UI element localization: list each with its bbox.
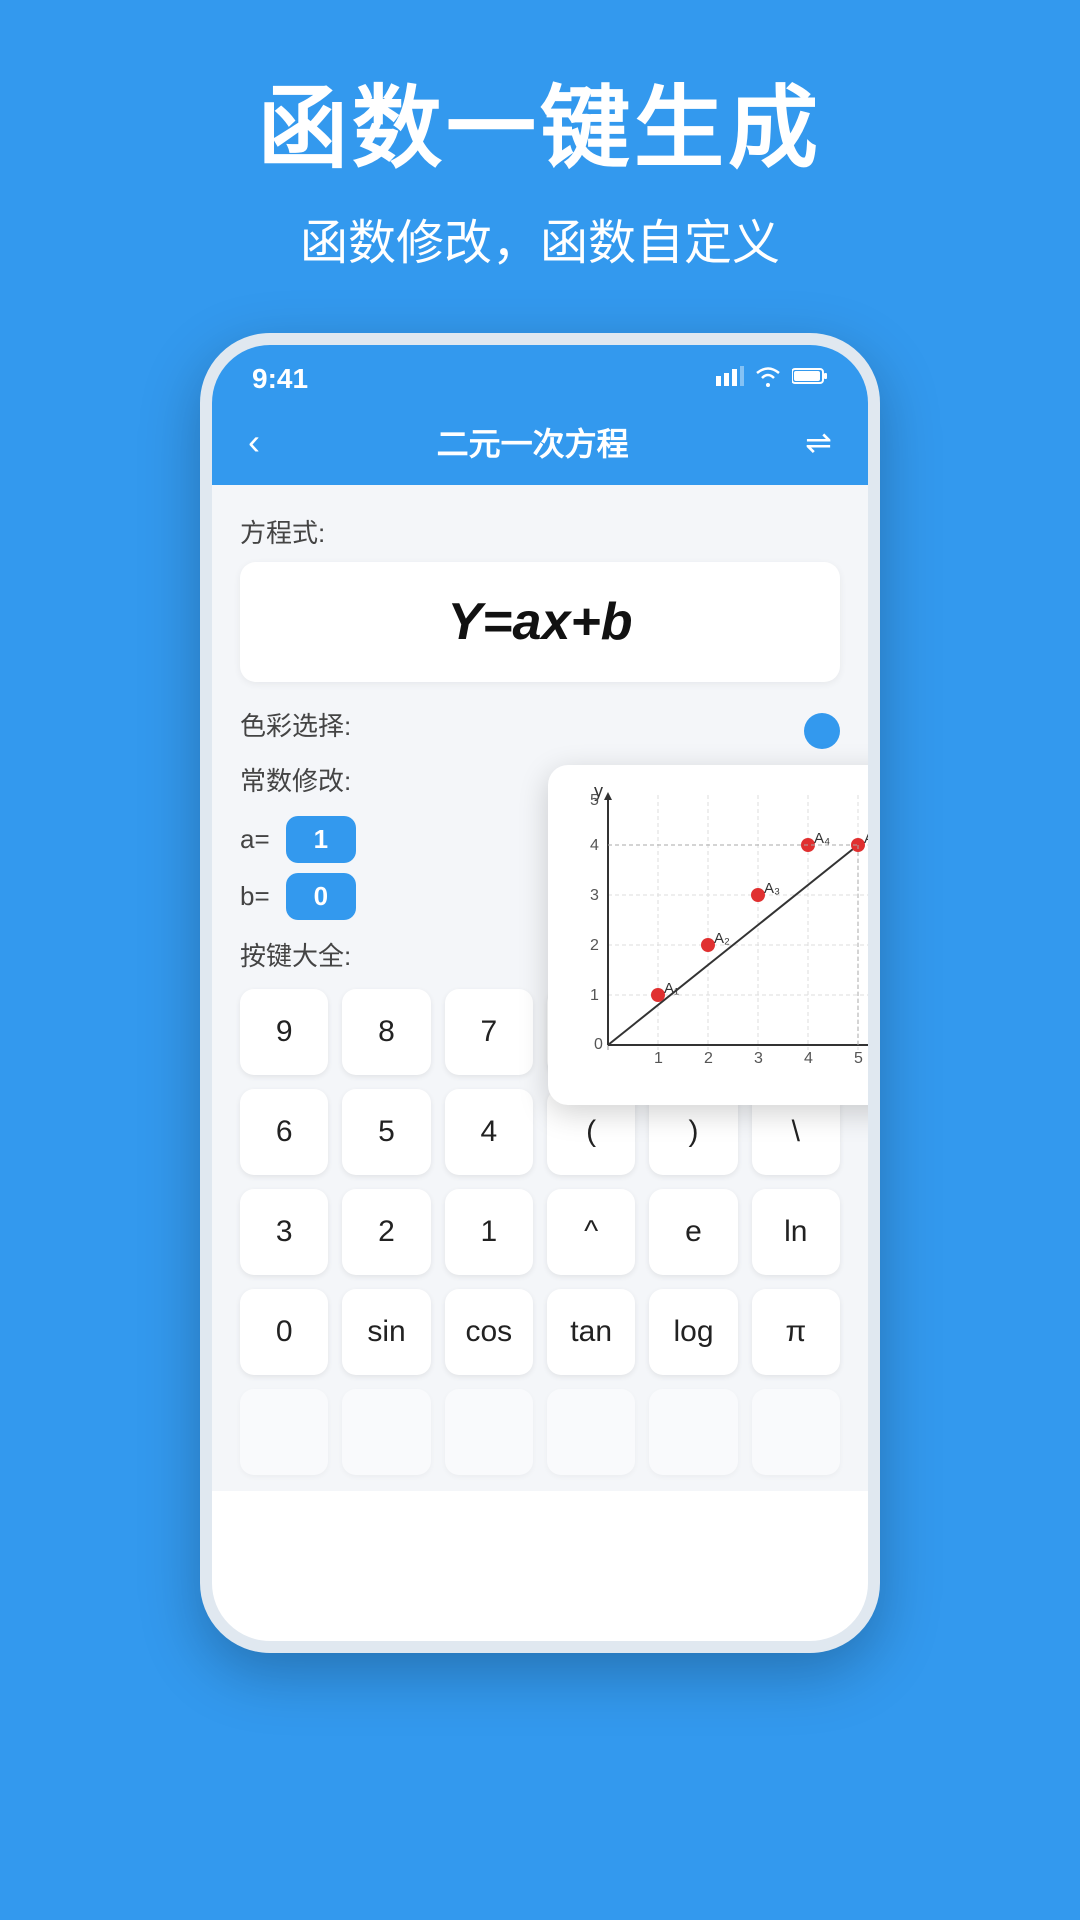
key-e[interactable]: e [649, 1189, 737, 1275]
key-extra-1[interactable] [240, 1389, 328, 1475]
graph-svg: x y 0 1 2 3 4 5 1 2 3 4 5 A₁ [568, 785, 880, 1085]
key-extra-6[interactable] [752, 1389, 840, 1475]
key-8[interactable]: 8 [342, 989, 430, 1075]
signal-icon [716, 366, 744, 392]
svg-text:5: 5 [590, 792, 599, 809]
nav-action-button[interactable]: ⇌ [805, 423, 832, 461]
b-value[interactable]: 0 [286, 873, 356, 920]
b-label: b= [240, 881, 270, 912]
key-log[interactable]: log [649, 1289, 737, 1375]
key-9[interactable]: 9 [240, 989, 328, 1075]
key-tan[interactable]: tan [547, 1289, 635, 1375]
key-extra-3[interactable] [445, 1389, 533, 1475]
svg-text:A₄: A₄ [814, 830, 830, 847]
key-extra-5[interactable] [649, 1389, 737, 1475]
color-picker[interactable] [804, 713, 840, 749]
svg-text:A₃: A₃ [764, 880, 780, 897]
svg-text:5: 5 [854, 1050, 863, 1067]
key-4[interactable]: 4 [445, 1089, 533, 1175]
key-7[interactable]: 7 [445, 989, 533, 1075]
svg-text:2: 2 [590, 937, 599, 954]
key-3[interactable]: 3 [240, 1189, 328, 1275]
color-row: 色彩选择: [240, 706, 840, 755]
key-extra-4[interactable] [547, 1389, 635, 1475]
key-2[interactable]: 2 [342, 1189, 430, 1275]
color-label: 色彩选择: [240, 706, 351, 743]
nav-title: 二元一次方程 [437, 419, 629, 465]
constant-label: 常数修改: [240, 761, 351, 798]
key-extra-2[interactable] [342, 1389, 430, 1475]
svg-text:3: 3 [590, 887, 599, 904]
key-pi[interactable]: π [752, 1289, 840, 1375]
svg-text:4: 4 [804, 1050, 813, 1067]
key-5[interactable]: 5 [342, 1089, 430, 1175]
formula-display: Y=ax+b [447, 593, 632, 651]
svg-text:A₂: A₂ [714, 930, 730, 947]
svg-text:A₅: A₅ [864, 830, 880, 847]
graph-overlay: x y 0 1 2 3 4 5 1 2 3 4 5 A₁ [548, 765, 880, 1105]
key-caret[interactable]: ^ [547, 1189, 635, 1275]
a-value[interactable]: 1 [286, 816, 356, 863]
svg-text:1: 1 [654, 1050, 663, 1067]
nav-bar: ‹ 二元一次方程 ⇌ [212, 405, 868, 485]
phone-mockup: 9:41 ‹ 二元一次方程 ⇌ 方程式: [200, 333, 880, 1653]
formula-label: 方程式: [240, 513, 840, 550]
formula-box: Y=ax+b [240, 562, 840, 682]
sub-title: 函数修改，函数自定义 [0, 203, 1080, 273]
wifi-icon [754, 365, 782, 393]
key-6[interactable]: 6 [240, 1089, 328, 1175]
battery-icon [792, 367, 828, 391]
key-1[interactable]: 1 [445, 1189, 533, 1275]
a-label: a= [240, 824, 270, 855]
key-ln[interactable]: ln [752, 1189, 840, 1275]
svg-text:0: 0 [594, 1036, 603, 1053]
phone-wrapper: 9:41 ‹ 二元一次方程 ⇌ 方程式: [0, 333, 1080, 1653]
key-cos[interactable]: cos [445, 1289, 533, 1375]
svg-text:A₁: A₁ [664, 980, 679, 997]
key-sin[interactable]: sin [342, 1289, 430, 1375]
key-0[interactable]: 0 [240, 1289, 328, 1375]
back-button[interactable]: ‹ [248, 421, 260, 463]
main-title: 函数一键生成 [0, 80, 1080, 179]
status-time: 9:41 [252, 363, 308, 395]
svg-text:2: 2 [704, 1050, 713, 1067]
status-icons [716, 365, 828, 393]
svg-text:1: 1 [590, 987, 599, 1004]
svg-text:4: 4 [590, 837, 599, 854]
svg-text:3: 3 [754, 1050, 763, 1067]
status-bar: 9:41 [212, 345, 868, 405]
header-area: 函数一键生成 函数修改，函数自定义 [0, 0, 1080, 333]
